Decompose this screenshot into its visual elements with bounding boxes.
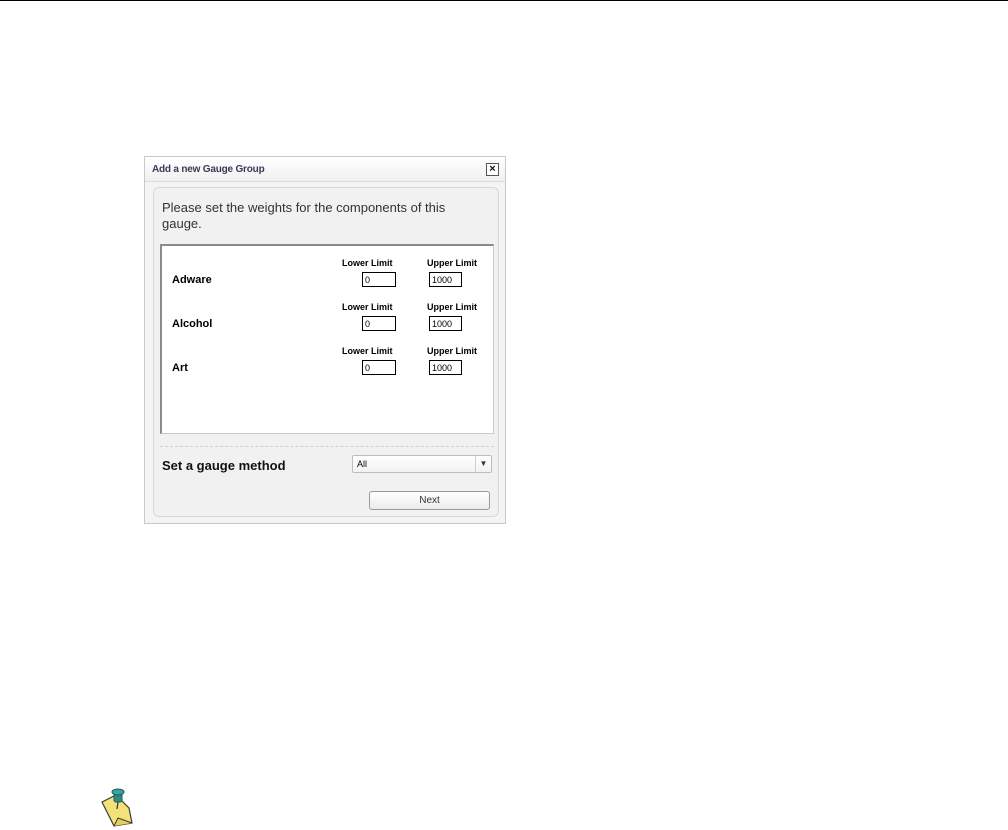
note-pushpin-icon bbox=[101, 788, 133, 827]
lower-limit-input[interactable] bbox=[362, 272, 396, 287]
chevron-down-icon[interactable]: ▼ bbox=[475, 456, 491, 472]
upper-limit-input[interactable] bbox=[429, 360, 462, 375]
list-item: Lower Limit Upper Limit Art bbox=[162, 342, 492, 382]
lower-limit-header: Lower Limit bbox=[342, 302, 393, 312]
add-gauge-group-dialog: Add a new Gauge Group × Please set the w… bbox=[144, 156, 506, 524]
component-list: Lower Limit Upper Limit Adware Lower Lim… bbox=[160, 244, 494, 434]
lower-limit-header: Lower Limit bbox=[342, 258, 393, 268]
component-name: Art bbox=[172, 362, 188, 374]
lower-limit-input[interactable] bbox=[362, 360, 396, 375]
dialog-title: Add a new Gauge Group bbox=[152, 164, 265, 175]
upper-limit-input[interactable] bbox=[429, 272, 462, 287]
lower-limit-input[interactable] bbox=[362, 316, 396, 331]
list-item: Lower Limit Upper Limit Adware bbox=[162, 254, 492, 294]
next-button[interactable]: Next bbox=[369, 491, 490, 510]
upper-limit-header: Upper Limit bbox=[427, 258, 478, 268]
lower-limit-header: Lower Limit bbox=[342, 346, 393, 356]
list-item: Lower Limit Upper Limit Alcohol bbox=[162, 298, 492, 338]
intro-text: Please set the weights for the component… bbox=[162, 200, 446, 231]
gauge-method-value: All bbox=[357, 459, 368, 469]
gauge-method-select[interactable]: All ▼ bbox=[352, 455, 492, 473]
component-name: Alcohol bbox=[172, 318, 213, 330]
dialog-titlebar: Add a new Gauge Group × bbox=[145, 157, 505, 182]
page-top-rule bbox=[0, 0, 1008, 1]
upper-limit-header: Upper Limit bbox=[427, 346, 478, 356]
close-icon: × bbox=[489, 163, 496, 175]
section-divider bbox=[160, 446, 494, 447]
gauge-method-label: Set a gauge method bbox=[162, 458, 286, 473]
upper-limit-header: Upper Limit bbox=[427, 302, 478, 312]
upper-limit-input[interactable] bbox=[429, 316, 462, 331]
close-button[interactable]: × bbox=[486, 163, 499, 176]
component-name: Adware bbox=[172, 274, 212, 286]
dialog-panel: Please set the weights for the component… bbox=[153, 187, 499, 517]
